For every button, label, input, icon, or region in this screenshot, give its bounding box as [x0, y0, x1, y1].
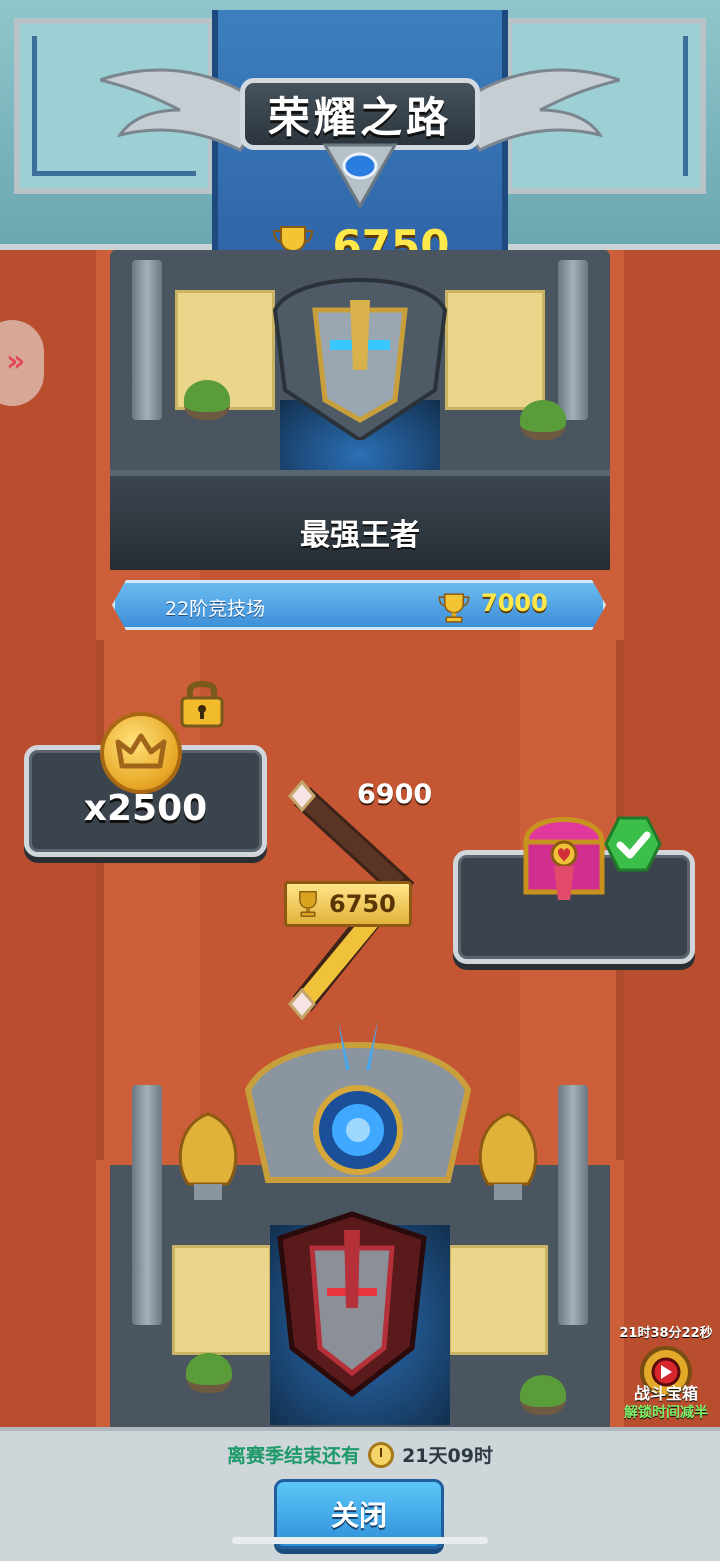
side-tab[interactable]: »: [0, 320, 44, 406]
coin-reward-amount: x2500: [83, 788, 208, 829]
champion-helmet-icon: [272, 278, 448, 440]
lock-icon: [180, 681, 224, 728]
arena-label: 22阶竞技场: [165, 598, 266, 620]
battle-chest-name: 战斗宝箱: [633, 1384, 698, 1403]
trophy-icon: [299, 891, 317, 917]
chest-icon: [523, 817, 605, 900]
season-label: 离赛季结束还有: [227, 1445, 361, 1467]
season-countdown: 离赛季结束还有 21天09时: [0, 1441, 720, 1468]
check-icon: [604, 816, 662, 872]
season-time: 21天09时: [402, 1445, 493, 1467]
rank-emblem-icon: [322, 143, 398, 210]
golden-statue-icon: [478, 1112, 538, 1200]
coin-icon: [100, 712, 182, 794]
side-tab-chevron-icon: »: [6, 344, 26, 379]
battle-chest-widget[interactable]: 21时38分22秒 战斗宝箱 解锁时间减半: [612, 1318, 720, 1426]
curtain-fold: [96, 640, 104, 1160]
trophy-icon: [437, 591, 471, 625]
golden-statue-icon: [178, 1112, 238, 1200]
arena-strip: 22阶竞技场 7000: [112, 580, 606, 630]
home-indicator[interactable]: [232, 1537, 488, 1544]
arena-gate-icon: [244, 1020, 472, 1183]
rank-name: 最强王者: [300, 518, 420, 553]
battle-chest-note: 解锁时间减半: [624, 1405, 708, 1421]
milestone-trophy-value: 6900: [357, 779, 433, 810]
current-trophy-marker: 6750: [284, 881, 412, 927]
clock-icon: [368, 1441, 395, 1468]
arena-trophy-requirement: 7000: [481, 589, 548, 617]
current-rank-helmet-icon: [277, 1211, 427, 1398]
current-trophy-value: 6750: [329, 890, 396, 918]
battle-chest-timer: 21时38分22秒: [619, 1326, 713, 1341]
